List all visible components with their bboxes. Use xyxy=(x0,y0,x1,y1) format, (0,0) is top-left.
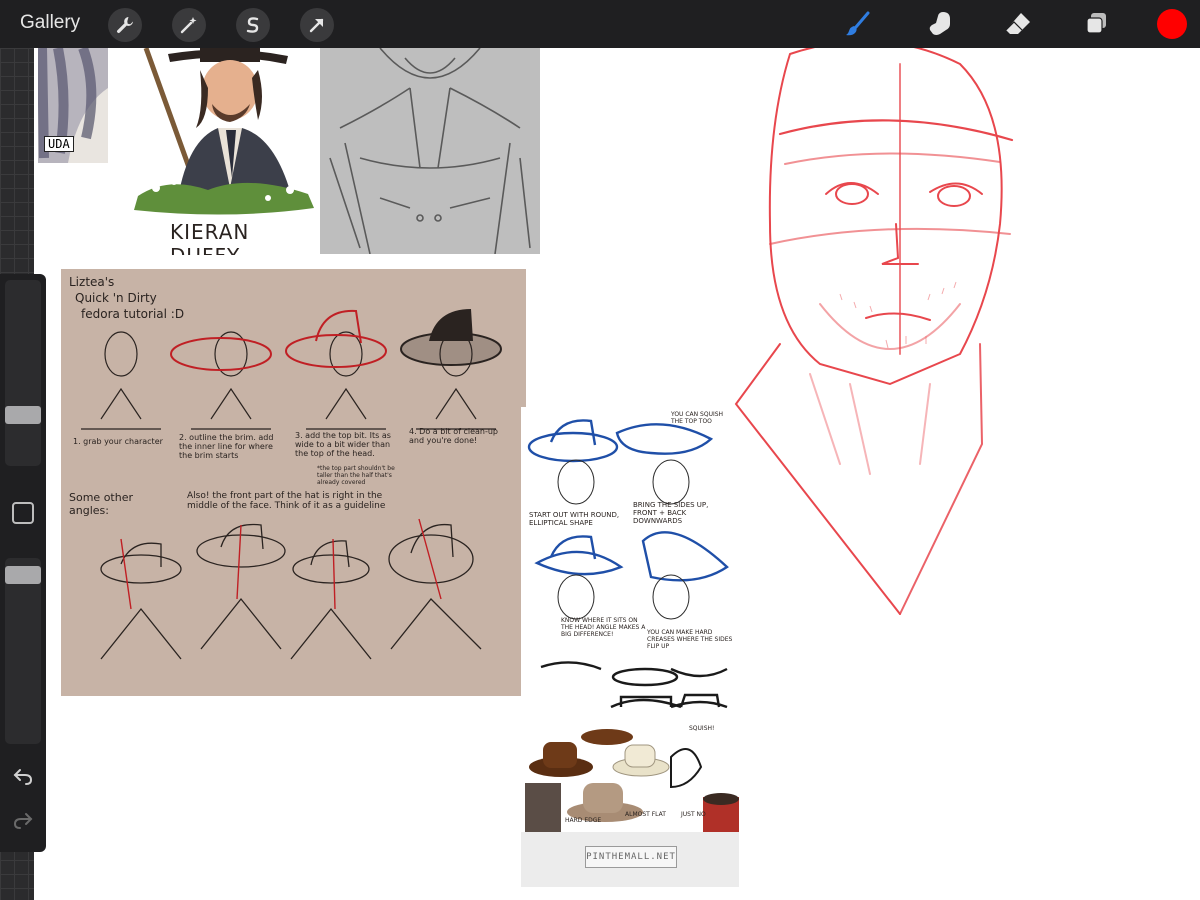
hat-note-just-no: JUST NO xyxy=(681,811,706,818)
arrow-cursor-icon xyxy=(309,18,324,33)
tutorial-step-2: 2. outline the brim. add the inner line … xyxy=(179,433,274,460)
redo-icon xyxy=(13,813,33,829)
wrench-icon xyxy=(117,17,133,33)
transform-button[interactable] xyxy=(300,8,334,42)
canvas-red-face-sketch xyxy=(734,44,1014,615)
hat-note-hard-edge: HARD EDGE xyxy=(565,817,602,824)
smudge-tool-button[interactable] xyxy=(922,6,958,42)
opacity-slider[interactable] xyxy=(5,558,41,744)
pencil-sketch-art xyxy=(320,48,540,254)
pinthemall-logo: PINTHEMALL.NET xyxy=(585,846,677,868)
color-picker-button[interactable] xyxy=(1157,9,1187,39)
tutorial-drawings xyxy=(81,309,502,660)
reference-character-art[interactable]: KIERAN DUFFY xyxy=(108,48,320,255)
undo-button[interactable] xyxy=(9,762,37,790)
hat-note-bring-sides: BRING THE SIDES UP, FRONT + BACK DOWNWAR… xyxy=(633,501,709,525)
brush-size-handle[interactable] xyxy=(5,406,41,424)
adjustments-button[interactable] xyxy=(172,8,206,42)
hat-note-squish: SQUISH! xyxy=(689,725,715,732)
redo-button[interactable] xyxy=(9,806,37,834)
tutorial-step-1: 1. grab your character xyxy=(73,437,163,446)
hat-note-hard-creases: YOU CAN MAKE HARD CREASES WHERE THE SIDE… xyxy=(647,629,733,650)
hat-note-squish-top: YOU CAN SQUISH THE TOP TOO xyxy=(671,411,724,425)
character-signature: KIERAN DUFFY xyxy=(170,220,250,255)
opacity-handle[interactable] xyxy=(5,566,41,584)
magic-wand-icon xyxy=(180,17,197,34)
reference-fedora-tutorial[interactable]: Liztea's Quick 'n Dirty fedora tutorial … xyxy=(61,269,526,696)
tutorial-other-angles: Some other angles: xyxy=(69,491,133,517)
modify-button[interactable] xyxy=(12,502,34,524)
selection-button[interactable] xyxy=(236,8,270,42)
undo-icon xyxy=(13,769,33,785)
tutorial-also-note: Also! the front part of the hat is right… xyxy=(187,491,386,511)
layers-button[interactable] xyxy=(1078,6,1114,42)
selection-s-icon xyxy=(246,17,259,33)
hat-note-start-round: START OUT WITH ROUND, ELLIPTICAL SHAPE xyxy=(529,511,620,527)
hat-note-know-where: KNOW WHERE IT SITS ON THE HEAD! ANGLE MA… xyxy=(561,617,646,638)
tutorial-step-3: 3. add the top bit. Its as wide to a bit… xyxy=(295,431,391,458)
eraser-tool-button[interactable] xyxy=(1000,6,1036,42)
pinthemall-footer: PINTHEMALL.NET xyxy=(521,832,739,887)
hat-note-almost-flat: ALMOST FLAT xyxy=(625,811,666,818)
eraser-icon xyxy=(1005,13,1030,34)
smudge-finger-icon xyxy=(929,12,950,35)
reference-hat-guide[interactable]: YOU CAN SQUISH THE TOP TOO START OUT WIT… xyxy=(521,407,739,887)
brush-icon xyxy=(846,11,870,36)
tutorial-step-4: 4. Do a bit of clean-up and you're done! xyxy=(409,427,499,445)
gallery-button[interactable]: Gallery xyxy=(20,12,80,34)
brush-size-slider[interactable] xyxy=(5,280,41,466)
left-sidebar xyxy=(0,274,46,852)
brush-tool-button[interactable] xyxy=(840,6,876,42)
layers-icon xyxy=(1086,13,1106,34)
reference-partial-figure[interactable]: UDA xyxy=(38,48,108,163)
actions-button[interactable] xyxy=(108,8,142,42)
reference-pencil-sketch[interactable] xyxy=(320,48,540,254)
uda-stamp: UDA xyxy=(44,136,74,152)
tutorial-step-note: *the top part shouldn't be taller than t… xyxy=(317,465,395,486)
top-toolbar: Gallery xyxy=(0,0,1200,48)
